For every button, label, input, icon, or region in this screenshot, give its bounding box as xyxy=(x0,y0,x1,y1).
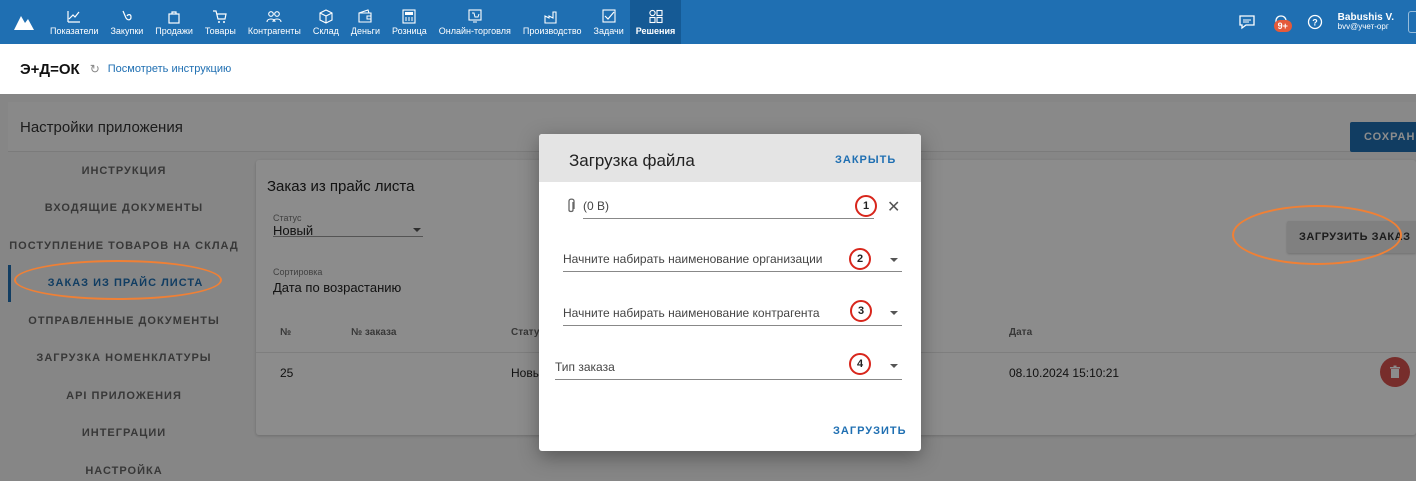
svg-text:?: ? xyxy=(1312,18,1318,28)
nav-label: Розница xyxy=(392,25,427,36)
refresh-icon[interactable]: ↻ xyxy=(90,62,100,76)
nav-item-tasks[interactable]: Задачи xyxy=(588,0,630,44)
step-number-1: 1 xyxy=(855,195,877,217)
chat-icon[interactable] xyxy=(1236,11,1258,33)
user-menu-toggle[interactable] xyxy=(1408,11,1416,33)
organization-placeholder: Начните набирать наименование организаци… xyxy=(563,252,823,266)
file-upload-dialog: Загрузка файла ЗАКРЫТЬ (0 B) 1 ✕ Начните… xyxy=(539,134,921,451)
nav-label: Деньги xyxy=(350,25,380,36)
top-navigation-bar: Показатели Закупки Продажи Товары Контра… xyxy=(0,0,1416,44)
chevron-down-icon[interactable] xyxy=(890,311,898,315)
nav-label: Контрагенты xyxy=(247,25,301,36)
step-number-2: 2 xyxy=(849,248,871,270)
purchase-icon xyxy=(122,10,132,20)
nav-label: Производство xyxy=(522,25,582,36)
nav-label: Онлайн-торговля xyxy=(438,25,511,36)
annotation-ellipse-load-button xyxy=(1232,205,1402,265)
nav-item-online-trade[interactable]: Онлайн-торговля xyxy=(433,0,517,44)
main-nav: Показатели Закупки Продажи Товары Контра… xyxy=(44,0,682,44)
nav-item-sales[interactable]: Продажи xyxy=(149,0,199,44)
instruction-link[interactable]: Посмотреть инструкцию xyxy=(108,63,231,75)
shopping-bag-icon xyxy=(168,10,180,24)
nav-item-purchases[interactable]: Закупки xyxy=(104,0,149,44)
app-subheader: Э+Д=ОК ↻ Посмотреть инструкцию xyxy=(0,44,1416,94)
clear-file-icon[interactable]: ✕ xyxy=(887,197,900,217)
nav-label: Показатели xyxy=(50,25,99,36)
nav-item-warehouse[interactable]: Склад xyxy=(307,0,345,44)
nav-label: Склад xyxy=(312,25,339,36)
paperclip-icon[interactable] xyxy=(565,197,577,215)
nav-label: Закупки xyxy=(110,25,144,36)
online-store-icon xyxy=(468,8,482,22)
chart-line-icon xyxy=(67,10,81,23)
nav-label: Решения xyxy=(635,25,676,36)
user-email: bvv@учет-орг xyxy=(1337,22,1389,32)
counterparty-placeholder: Начните набирать наименование контрагент… xyxy=(563,306,820,320)
nav-item-goods[interactable]: Товары xyxy=(199,0,242,44)
people-icon xyxy=(266,10,282,22)
app-logo-icon[interactable] xyxy=(12,12,36,32)
user-profile[interactable]: Babushis V. bvv@учет-орг xyxy=(1337,12,1394,32)
file-size-text: (0 B) xyxy=(583,199,610,213)
file-field[interactable]: (0 B) xyxy=(583,193,874,219)
dialog-title: Загрузка файла xyxy=(569,151,695,170)
step-number-3: 3 xyxy=(850,300,872,322)
app-title: Э+Д=ОК xyxy=(20,60,80,78)
box-icon xyxy=(319,8,333,24)
chevron-down-icon[interactable] xyxy=(890,258,898,262)
nav-item-money[interactable]: Деньги xyxy=(345,0,386,44)
checkbox-icon xyxy=(602,8,616,23)
nav-label: Товары xyxy=(204,25,236,36)
upload-button[interactable]: ЗАГРУЗИТЬ xyxy=(833,425,907,437)
cash-register-icon xyxy=(402,8,416,24)
dialog-header: Загрузка файла ЗАКРЫТЬ xyxy=(539,134,921,182)
notifications-badge: 9+ xyxy=(1273,20,1292,32)
order-type-label: Тип заказа xyxy=(555,360,615,374)
nav-item-retail[interactable]: Розница xyxy=(386,0,433,44)
top-right-controls: 9+ ? Babushis V. bvv@учет-орг xyxy=(1236,0,1416,44)
nav-item-solutions[interactable]: Решения xyxy=(629,0,682,44)
wallet-icon xyxy=(358,8,373,23)
close-button[interactable]: ЗАКРЫТЬ xyxy=(835,154,896,166)
chevron-down-icon[interactable] xyxy=(890,364,898,368)
help-icon[interactable]: ? xyxy=(1304,11,1326,33)
notifications-icon[interactable]: 9+ xyxy=(1270,11,1292,33)
nav-label: Продажи xyxy=(155,25,193,36)
annotation-ellipse-menu xyxy=(14,260,222,300)
nav-label: Задачи xyxy=(593,25,624,36)
cart-icon xyxy=(213,9,228,23)
nav-item-indicators[interactable]: Показатели xyxy=(44,0,104,44)
apps-grid-icon xyxy=(648,9,663,23)
nav-item-counterparties[interactable]: Контрагенты xyxy=(242,0,307,44)
nav-item-production[interactable]: Производство xyxy=(517,0,588,44)
step-number-4: 4 xyxy=(849,353,871,375)
factory-icon xyxy=(544,10,557,24)
